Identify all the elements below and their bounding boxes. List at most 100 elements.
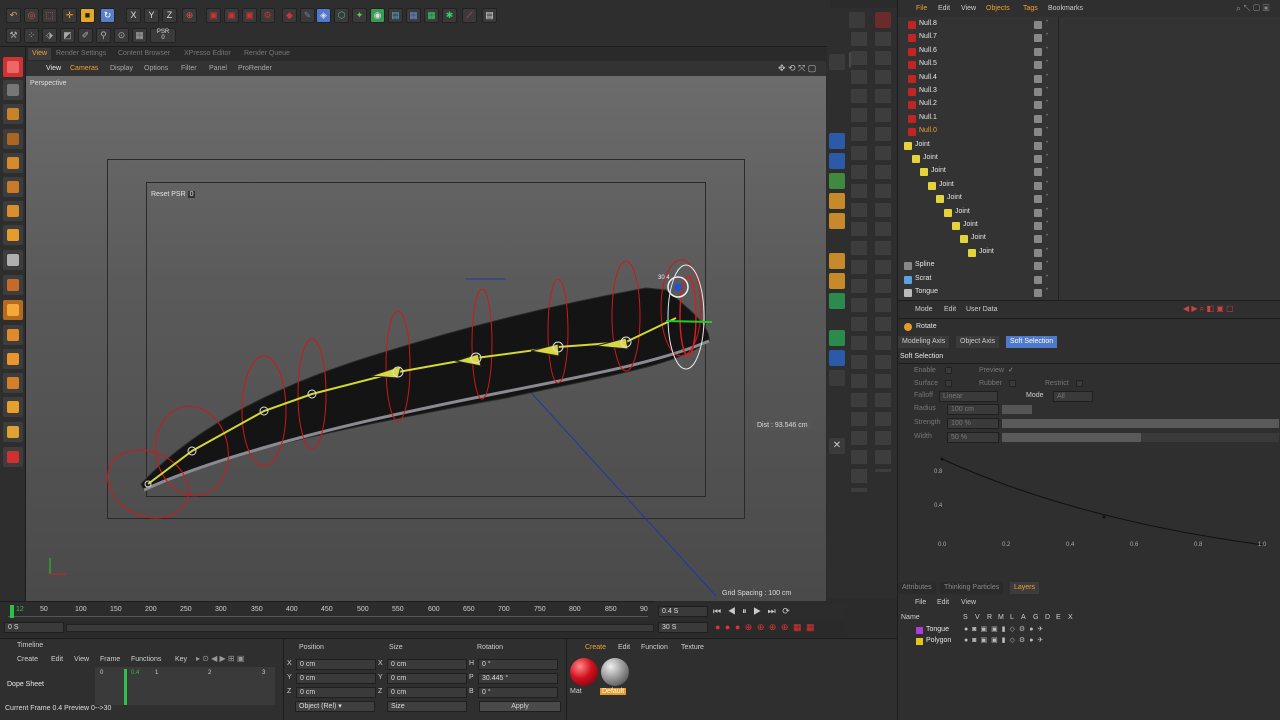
render-dots[interactable]: •	[1046, 247, 1048, 253]
viewport-3d[interactable]: Perspective Reset PSR 0 Dist : 93.546 cm…	[26, 76, 826, 601]
visibility-toggle[interactable]	[1034, 61, 1042, 70]
visibility-toggle[interactable]	[1034, 289, 1042, 297]
coord-field[interactable]: 0 cm	[387, 659, 467, 670]
dope-menu-key[interactable]: Key	[175, 656, 187, 663]
attr-menu-mode[interactable]: Mode	[915, 306, 933, 313]
viewport-menu-cameras[interactable]: Cameras	[70, 65, 98, 72]
soft-icon[interactable]	[3, 373, 23, 393]
coord-field[interactable]: 0 cm	[296, 687, 376, 698]
visibility-toggle[interactable]	[1034, 74, 1042, 83]
layers-menu-view[interactable]: View	[961, 599, 976, 606]
scene-icon[interactable]: ◉	[370, 8, 385, 23]
strip-x-icon[interactable]: ✕	[829, 438, 845, 454]
object-row[interactable]: Scrat •	[898, 274, 1278, 287]
om-nav-icons[interactable]: ⌕ ↖ ▢ ▣	[1236, 3, 1269, 14]
object-row[interactable]: Null.3 •	[898, 86, 1278, 99]
quantize-icon[interactable]	[3, 349, 23, 369]
layers-menu-edit[interactable]: Edit	[937, 599, 949, 606]
object-row[interactable]: Null.7 •	[898, 32, 1278, 45]
layer-row[interactable]: Tongue ●◙▣▣▮◇⚙●✈	[898, 625, 1280, 636]
dope-menu-edit[interactable]: Edit	[51, 656, 63, 663]
tab-render-settings[interactable]: Render Settings	[52, 48, 110, 60]
restrict-checkbox[interactable]	[1076, 380, 1083, 387]
object-row[interactable]: Joint •	[898, 166, 1278, 179]
mirror-tool-icon[interactable]	[829, 253, 845, 269]
rotate-icon[interactable]: ↻	[100, 8, 115, 23]
range-slider[interactable]	[66, 624, 654, 632]
render-dots[interactable]: •	[1046, 287, 1048, 293]
paint-weights-icon[interactable]	[829, 213, 845, 229]
object-row[interactable]: Spline •	[898, 260, 1278, 273]
attr-menu-edit[interactable]: Edit	[944, 306, 956, 313]
object-row[interactable]: Joint •	[898, 180, 1278, 193]
falloff-graph[interactable]	[928, 449, 1268, 549]
z-axis-icon[interactable]: Z	[162, 8, 177, 23]
undo-icon[interactable]: ↶	[6, 8, 21, 23]
render-dots[interactable]: •	[1046, 126, 1048, 132]
render-settings-icon[interactable]: ⚙	[260, 8, 275, 23]
render-view-icon[interactable]: ▣	[206, 8, 221, 23]
psr-lock-icon[interactable]: PSR 0	[150, 28, 176, 43]
render-dots[interactable]: •	[1046, 153, 1048, 159]
subdivision-icon[interactable]: ◈	[316, 8, 331, 23]
coord-size-select[interactable]: Size	[387, 701, 467, 712]
dope-menu-create[interactable]: Create	[17, 656, 38, 663]
rect-selection-icon[interactable]: ⬚	[42, 8, 57, 23]
make-editable-icon[interactable]: ⚒	[6, 28, 21, 43]
tab-render-queue[interactable]: Render Queue	[240, 48, 294, 60]
sculpt-icon[interactable]: ⟋	[462, 8, 477, 23]
camera-icon[interactable]: ▤	[388, 8, 403, 23]
start-frame-field[interactable]: 0 S	[4, 622, 64, 633]
tab-thinking-particles[interactable]: Thinking Particles	[940, 582, 1004, 594]
render-dots[interactable]: •	[1046, 207, 1048, 213]
render-dots[interactable]: •	[1046, 46, 1048, 52]
snap-icon[interactable]: ⊙	[114, 28, 129, 43]
width-field[interactable]: 50 %	[947, 432, 999, 443]
attr-nav-icons[interactable]: ◀ ▶ ⌕ ◧ ▣ ▢	[1183, 304, 1234, 314]
edges-icon[interactable]	[3, 177, 23, 197]
render-dots[interactable]: •	[1046, 86, 1048, 92]
om-menu-tags[interactable]: Tags	[1023, 5, 1038, 12]
render-dots[interactable]: •	[1046, 193, 1048, 199]
visibility-toggle[interactable]	[1034, 195, 1042, 204]
om-menu-objects[interactable]: Objects	[986, 5, 1010, 12]
texture-icon[interactable]	[3, 104, 23, 124]
render-dots[interactable]: •	[1046, 274, 1048, 280]
floor-icon[interactable]: ▦	[424, 8, 439, 23]
layers-menu-file[interactable]: File	[915, 599, 926, 606]
timeline-ruler[interactable]: 12 50 100 150 200 250 300 350 400 450 50…	[0, 601, 655, 621]
render-dots[interactable]: •	[1046, 59, 1048, 65]
make-object-editable-icon[interactable]	[3, 57, 23, 77]
viewport-menu-view[interactable]: View	[46, 65, 61, 72]
live-selection-icon[interactable]: ◎	[24, 8, 39, 23]
points-icon[interactable]	[3, 153, 23, 173]
object-row[interactable]: Joint •	[898, 207, 1278, 220]
visibility-toggle[interactable]	[1034, 275, 1042, 284]
visibility-toggle[interactable]	[1034, 248, 1042, 257]
viewport-menu-prorender[interactable]: ProRender	[238, 65, 272, 72]
tab-layers[interactable]: Layers	[1010, 582, 1040, 594]
object-row[interactable]: Tongue •	[898, 287, 1278, 300]
tab-object-axis[interactable]: Object Axis	[956, 336, 1000, 348]
om-menu-view[interactable]: View	[961, 5, 976, 12]
visibility-toggle[interactable]	[1034, 114, 1042, 123]
render-dots[interactable]: •	[1046, 180, 1048, 186]
om-menu-edit[interactable]: Edit	[938, 5, 950, 12]
object-row[interactable]: Null.4 •	[898, 73, 1278, 86]
layer-row[interactable]: Polygon ●◙▣▣▮◇⚙●✈	[898, 636, 1280, 647]
tab-view[interactable]: View	[28, 48, 52, 60]
workplane-icon[interactable]	[3, 129, 23, 149]
coord-field[interactable]: 0 °	[478, 687, 558, 698]
model-icon[interactable]	[3, 80, 23, 100]
layer-flags[interactable]: ●◙▣▣▮◇⚙●✈	[964, 636, 1047, 644]
tab-soft-selection[interactable]: Soft Selection	[1006, 336, 1058, 348]
object-row[interactable]: Null.5 •	[898, 59, 1278, 72]
radius-slider[interactable]	[1002, 405, 1032, 414]
deformer-icon[interactable]: ✦	[352, 8, 367, 23]
visibility-toggle[interactable]	[1034, 208, 1042, 217]
key-controls[interactable]: ● ● ● ⊕ ⊕ ⊕ ⊕ ▦ ▦	[715, 622, 845, 635]
visibility-toggle[interactable]	[1034, 262, 1042, 271]
dope-menu-view[interactable]: View	[74, 656, 89, 663]
move-icon[interactable]: ✛	[62, 8, 77, 23]
axis-icon[interactable]	[3, 275, 23, 295]
